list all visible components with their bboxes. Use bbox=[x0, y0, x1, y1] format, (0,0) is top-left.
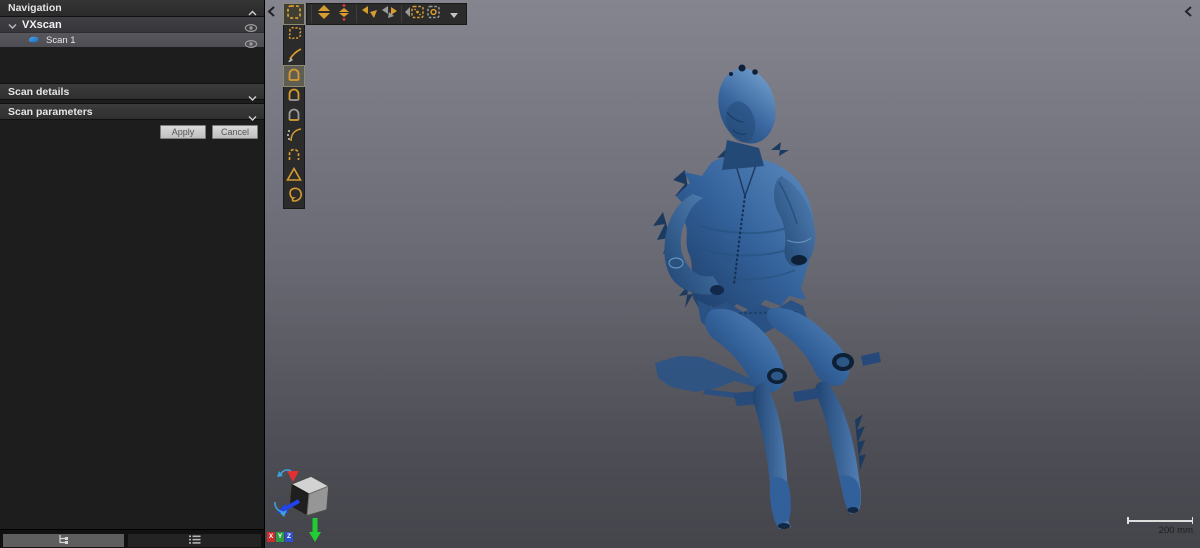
selection-options-dropdown[interactable] bbox=[444, 4, 464, 24]
grow-selection-icon bbox=[315, 3, 333, 26]
axis-z-label: Z bbox=[285, 532, 293, 542]
tree-node-vxscan[interactable]: VXscan bbox=[0, 17, 264, 32]
scan-mesh-icon bbox=[28, 31, 40, 49]
dropdown-caret-icon bbox=[450, 5, 458, 23]
axis-triad-labels: X Y Z bbox=[267, 532, 293, 542]
section-scan-details[interactable]: Scan details bbox=[0, 83, 264, 100]
rotate-selection-left-button[interactable] bbox=[359, 4, 379, 24]
tab-list-view[interactable] bbox=[128, 534, 261, 547]
axis-y-label: Y bbox=[276, 532, 284, 542]
select-through-button[interactable] bbox=[424, 4, 444, 24]
toolbar-separator bbox=[311, 5, 312, 23]
select-through-icon bbox=[425, 3, 443, 26]
apply-button[interactable]: Apply bbox=[160, 125, 206, 139]
rectangle-selection-icon bbox=[286, 4, 302, 25]
scale-bar-label: 200 mm bbox=[1127, 525, 1193, 536]
navigation-panel-header[interactable]: Navigation bbox=[0, 0, 264, 17]
rotate-selection-left-icon bbox=[360, 3, 378, 26]
toolbar-separator bbox=[401, 5, 402, 23]
section-scan-parameters[interactable]: Scan parameters bbox=[0, 103, 264, 120]
arch-dashed-selection-button[interactable] bbox=[284, 146, 304, 166]
toolbar-separator bbox=[356, 5, 357, 23]
scan-model-3d[interactable] bbox=[265, 0, 1200, 548]
3d-viewport[interactable]: X Y Z 200 mm bbox=[265, 0, 1200, 548]
sidebar-view-switcher bbox=[0, 529, 264, 548]
scale-bar-line bbox=[1127, 517, 1193, 524]
shrink-selection-button[interactable] bbox=[334, 4, 354, 24]
spline-selection-button[interactable] bbox=[284, 126, 304, 146]
section-label: Scan details bbox=[8, 86, 69, 98]
dome-base-selection-button[interactable] bbox=[284, 106, 304, 126]
selection-toolbar-vertical bbox=[283, 25, 305, 209]
axis-x-label: X bbox=[267, 532, 275, 542]
select-visible-icon bbox=[404, 3, 424, 26]
blob-selection-icon bbox=[285, 185, 303, 208]
collapse-right-panel-icon[interactable] bbox=[1184, 4, 1194, 16]
rotate-selection-right-button[interactable] bbox=[379, 4, 399, 24]
tree-node-label: VXscan bbox=[22, 19, 62, 31]
cancel-button[interactable]: Cancel bbox=[212, 125, 258, 139]
scale-bar: 200 mm bbox=[1127, 517, 1193, 536]
collapse-left-icon[interactable] bbox=[267, 4, 277, 16]
selection-toolbar-horizontal bbox=[306, 3, 467, 25]
section-label: Scan parameters bbox=[8, 106, 93, 118]
shrink-selection-icon bbox=[335, 3, 353, 26]
chevron-down-icon[interactable] bbox=[8, 16, 17, 34]
tree-view-icon bbox=[57, 532, 70, 548]
select-visible-button[interactable] bbox=[404, 4, 424, 24]
brush-selection-button[interactable] bbox=[284, 46, 304, 66]
tree-node-label: Scan 1 bbox=[46, 35, 76, 46]
chevron-down-icon bbox=[248, 110, 257, 126]
grow-selection-button[interactable] bbox=[314, 4, 334, 24]
eye-icon[interactable] bbox=[244, 36, 258, 54]
rotate-selection-right-icon bbox=[380, 3, 398, 26]
tree-node-scan1[interactable]: Scan 1 bbox=[0, 32, 264, 47]
list-view-icon bbox=[188, 532, 201, 548]
triangle-selection-button[interactable] bbox=[284, 166, 304, 186]
navigation-panel-title: Navigation bbox=[8, 2, 62, 14]
navigation-sidebar: Navigation VXscan Scan 1 bbox=[0, 0, 265, 548]
dome-filled-selection-button[interactable] bbox=[284, 66, 304, 86]
vxelements-window: Navigation VXscan Scan 1 bbox=[0, 0, 1200, 548]
blob-selection-button[interactable] bbox=[284, 186, 304, 206]
freeform-selection-button[interactable] bbox=[284, 26, 304, 46]
tab-tree-view[interactable] bbox=[3, 534, 124, 547]
dome-outline-selection-button[interactable] bbox=[284, 86, 304, 106]
rectangle-selection-button[interactable] bbox=[283, 3, 305, 25]
